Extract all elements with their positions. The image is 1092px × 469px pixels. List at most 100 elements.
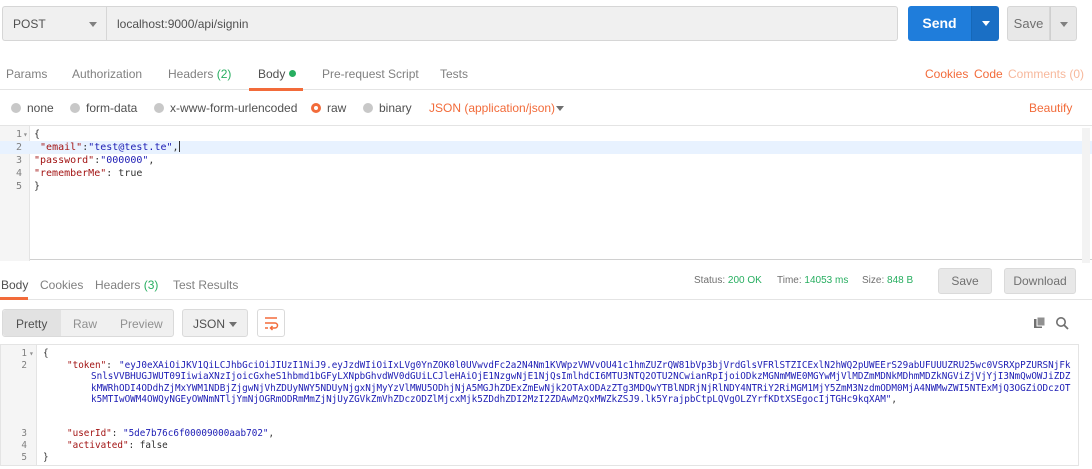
code-line: 1 ▾ {	[1, 348, 1080, 360]
code-text: "password":"000000",	[34, 155, 155, 166]
code-text: {	[43, 348, 49, 359]
view-mode-group: Pretty Raw Preview	[2, 309, 174, 337]
json-key: "rememberMe"	[34, 168, 107, 179]
line-number: 4	[21, 440, 27, 451]
tab-body[interactable]: Body	[258, 67, 297, 81]
pretty-button[interactable]: Pretty	[16, 317, 47, 331]
response-body-viewer[interactable]: 1 ▾ { 2 "token": "eyJ0eXAiOiJKV1QiLCJhbG…	[0, 344, 1079, 466]
tab-pre-request-script[interactable]: Pre-request Script	[322, 67, 419, 81]
headers-count-badge: (2)	[216, 67, 232, 81]
url-input[interactable]: localhost:9000/api/signin	[106, 6, 898, 41]
content-type-select[interactable]: JSON (application/json)	[429, 101, 555, 115]
line-number: 4	[15, 168, 22, 179]
radio-raw[interactable]: raw	[311, 101, 346, 115]
json-key: "email"	[40, 142, 83, 153]
active-tab-underline	[0, 297, 28, 300]
code-text: "userId": "5de7b76c6f00009000aab702",	[67, 428, 275, 439]
status-label: Status:	[694, 275, 726, 286]
text-cursor	[178, 141, 180, 152]
radio-raw-label: raw	[327, 101, 347, 115]
tab-body-label: Body	[258, 67, 286, 81]
token-value: "eyJ0eXAiOiJKV1QiLCJhbGciOiJIUzI1NiJ9.ey…	[91, 360, 1071, 405]
save-response-button[interactable]: Save	[938, 268, 992, 294]
radio-circle-icon	[11, 103, 21, 113]
method-select[interactable]: POST	[2, 6, 106, 41]
radio-circle-icon	[70, 103, 80, 113]
tab-headers[interactable]: Headers (2)	[168, 67, 231, 81]
size-value: 848 B	[887, 275, 914, 286]
code-text: {	[34, 129, 41, 140]
beautify-link[interactable]: Beautify	[1029, 101, 1072, 115]
request-body-editor[interactable]: 1 ▾ { 2 "email":"test@test.te", 3 "passw…	[0, 125, 1092, 261]
code-link[interactable]: Code	[974, 67, 1003, 81]
radio-form-data-label: form-data	[86, 101, 138, 115]
line-number: 5	[15, 181, 22, 192]
search-icon[interactable]	[1055, 316, 1069, 330]
response-tab-body[interactable]: Body	[1, 278, 28, 292]
code-text: "rememberMe": true	[34, 168, 143, 179]
tab-headers-label: Headers	[168, 67, 214, 81]
save-request-button[interactable]: Save	[1007, 6, 1050, 41]
json-boolean: false	[139, 440, 168, 451]
chevron-down-icon[interactable]	[556, 106, 564, 111]
code-line: 5 }	[1, 452, 1080, 464]
response-tab-headers-label: Headers	[95, 278, 141, 292]
send-button[interactable]: Send	[908, 6, 971, 41]
status-value: 200 OK	[727, 275, 762, 286]
radio-urlencoded[interactable]: x-www-form-urlencoded	[154, 101, 297, 115]
wrap-lines-button[interactable]	[257, 309, 285, 337]
raw-button[interactable]: Raw	[73, 317, 97, 331]
radio-form-data[interactable]: form-data	[70, 101, 137, 115]
code-text: "email":"test@test.te",	[40, 141, 180, 153]
response-format-select[interactable]: JSON	[182, 309, 248, 337]
comments-link[interactable]: Comments (0)	[1008, 67, 1084, 81]
json-string: "test@test.te"	[88, 142, 173, 153]
code-line: 3 "userId": "5de7b76c6f00009000aab702",	[1, 428, 1080, 440]
json-string: "5de7b76c6f00009000aab702"	[122, 428, 269, 439]
copy-icon[interactable]	[1033, 316, 1047, 330]
body-type-options: none form-data x-www-form-urlencoded raw…	[0, 92, 1092, 122]
time-label: Time:	[777, 275, 802, 286]
headers-count-badge: (3)	[143, 278, 159, 292]
tab-authorization[interactable]: Authorization	[72, 67, 142, 81]
json-key: "password"	[34, 155, 95, 166]
radio-selected-icon	[311, 103, 321, 113]
request-tabs: Params Authorization Headers (2) Body Pr…	[0, 58, 1092, 91]
fold-arrow-icon[interactable]: ▾	[29, 348, 34, 359]
format-label: JSON	[193, 317, 226, 331]
code-line: 1 ▾ {	[0, 128, 1092, 141]
line-number: 2	[15, 142, 22, 153]
preview-button[interactable]: Preview	[120, 317, 163, 331]
code-line-active: 2 "email":"test@test.te",	[0, 141, 1092, 154]
download-button[interactable]: Download	[1004, 268, 1076, 294]
chevron-down-icon	[982, 21, 990, 26]
code-line: 4 "activated": false	[1, 440, 1080, 452]
radio-none[interactable]: none	[11, 101, 54, 115]
chevron-down-icon	[229, 322, 237, 327]
chevron-down-icon	[89, 22, 97, 27]
radio-binary[interactable]: binary	[363, 101, 412, 115]
response-tab-cookies[interactable]: Cookies	[40, 278, 83, 292]
line-number: 5	[21, 452, 27, 463]
response-tab-test-results[interactable]: Test Results	[173, 278, 238, 292]
line-number: 3	[15, 155, 22, 166]
response-tab-headers[interactable]: Headers (3)	[95, 278, 158, 292]
cookies-link[interactable]: Cookies	[925, 67, 968, 81]
body-indicator-dot	[289, 70, 297, 77]
line-number: 1	[15, 129, 22, 140]
json-boolean: true	[118, 168, 143, 179]
radio-circle-icon	[363, 103, 373, 113]
editor-scrollbar[interactable]	[1082, 128, 1090, 263]
time-info: Time: 14053 ms	[777, 275, 848, 286]
url-value: localhost:9000/api/signin	[117, 17, 249, 31]
json-string: "eyJ0eXAiOiJKV1QiLCJhbGciOiJIUzI1NiJ9.ey…	[91, 360, 1071, 405]
radio-binary-label: binary	[379, 101, 412, 115]
line-number: 2	[21, 360, 27, 371]
code-text: }	[34, 181, 41, 192]
tab-params[interactable]: Params	[6, 67, 47, 81]
tab-tests[interactable]: Tests	[440, 67, 468, 81]
send-options-button[interactable]	[971, 6, 999, 41]
save-options-button[interactable]	[1050, 6, 1077, 41]
fold-arrow-icon[interactable]: ▾	[23, 128, 28, 141]
method-label: POST	[13, 17, 46, 31]
